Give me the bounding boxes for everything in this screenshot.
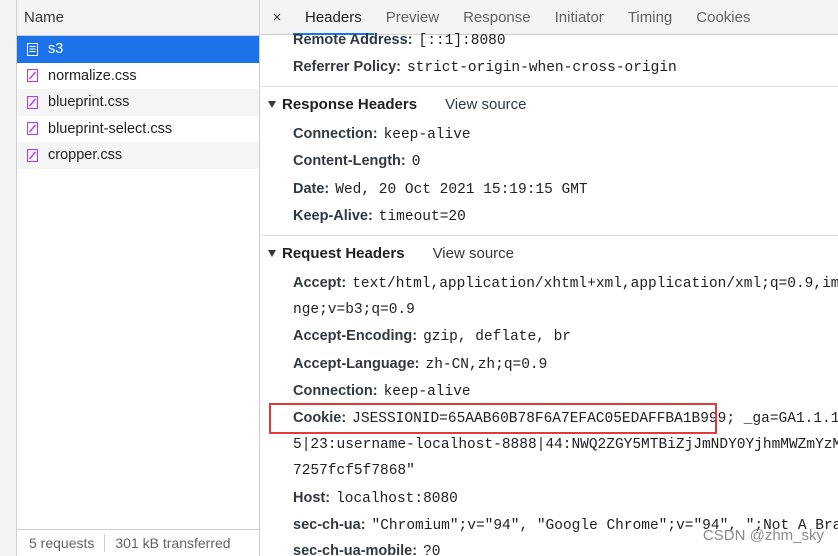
header-key: sec-ch-ua: <box>293 517 366 533</box>
header-key: Accept-Encoding: <box>293 328 418 344</box>
cookie-highlight-box <box>269 403 717 434</box>
request-item-blueprint-css[interactable]: blueprint.css <box>17 89 259 116</box>
left-gutter <box>0 0 17 556</box>
request-item-s3[interactable]: s3 <box>17 36 259 63</box>
header-value: [::1]:8080 <box>418 33 506 49</box>
request-item-label: s3 <box>48 41 64 57</box>
response-headers-section-title[interactable]: Response Headers View source <box>268 96 527 113</box>
header-value: keep-alive <box>383 384 471 400</box>
request-item-label: blueprint-select.css <box>48 120 173 137</box>
header-key: Content-Length: <box>293 153 406 169</box>
header-key: Accept-Language: <box>293 356 420 372</box>
css-file-icon <box>27 122 38 136</box>
header-key: Keep-Alive: <box>293 208 373 224</box>
transferred-size: 301 kB transferred <box>115 535 231 551</box>
view-source-link[interactable]: View source <box>445 96 526 113</box>
request-item-cropper-css[interactable]: cropper.css <box>17 142 259 169</box>
request-item-normalize-css[interactable]: normalize.css <box>17 63 259 90</box>
header-key: Connection: <box>293 126 378 142</box>
header-value: ?0 <box>423 544 441 556</box>
section-divider <box>261 235 838 236</box>
request-list: s3 normalize.css blueprint.css blueprint… <box>17 36 259 169</box>
watermark: CSDN @zhm_sky <box>702 527 824 544</box>
header-key: Host: <box>293 490 331 506</box>
close-icon[interactable]: × <box>261 9 293 26</box>
header-value: keep-alive <box>383 127 471 143</box>
header-row-connection-request: Connection: keep-alive <box>293 383 471 400</box>
section-title-text: Response Headers <box>282 96 418 113</box>
header-row-accept-language: Accept-Language: zh-CN,zh;q=0.9 <box>293 356 547 373</box>
header-key: Date: <box>293 181 330 197</box>
request-list-pane: Name s3 normalize.css blueprint.css blue… <box>17 0 260 556</box>
header-value-continuation: 7257fcf5f7868" <box>293 463 415 479</box>
header-value: text/html,application/xhtml+xml,applicat… <box>352 276 838 292</box>
devtools-network-panel: Name s3 normalize.css blueprint.css blue… <box>0 0 838 556</box>
headers-view: Remote Address: [::1]:8080 Referrer Polic… <box>261 32 838 556</box>
header-key: Referrer Policy: <box>293 59 401 75</box>
tab-cookies[interactable]: Cookies <box>684 0 762 35</box>
header-value: strict-origin-when-cross-origin <box>407 60 677 76</box>
header-value: gzip, deflate, br <box>423 329 571 345</box>
document-icon <box>27 42 38 56</box>
request-details-pane: × Headers Preview Response Initiator Tim… <box>261 0 838 556</box>
tab-timing[interactable]: Timing <box>616 0 684 35</box>
view-source-link[interactable]: View source <box>433 245 514 262</box>
header-row-connection: Connection: keep-alive <box>293 126 471 143</box>
header-value-continuation: 5|23:username-localhost-8888|44:NWQ2ZGY5… <box>293 437 838 453</box>
expand-triangle-icon <box>268 101 276 108</box>
header-value: Wed, 20 Oct 2021 15:19:15 GMT <box>335 182 588 198</box>
tab-initiator[interactable]: Initiator <box>543 0 616 35</box>
tab-headers[interactable]: Headers <box>293 0 374 35</box>
header-value: timeout=20 <box>378 209 466 225</box>
section-divider <box>261 86 838 87</box>
request-item-label: normalize.css <box>48 67 137 84</box>
request-item-label: cropper.css <box>48 147 123 163</box>
header-row-accept: Accept: text/html,application/xhtml+xml,a… <box>293 275 838 292</box>
network-status-bar: 5 requests 301 kB transferred <box>17 529 259 556</box>
header-row-accept-encoding: Accept-Encoding: gzip, deflate, br <box>293 328 571 345</box>
css-file-icon <box>27 69 38 83</box>
tab-response[interactable]: Response <box>451 0 543 35</box>
request-item-label: blueprint.css <box>48 94 130 110</box>
header-row-host: Host: localhost:8080 <box>293 490 458 507</box>
header-key: sec-ch-ua-mobile: <box>293 543 418 556</box>
header-row-keep-alive: Keep-Alive: timeout=20 <box>293 208 466 225</box>
header-key: Remote Address: <box>293 32 413 48</box>
tab-preview[interactable]: Preview <box>374 0 451 35</box>
css-file-icon <box>27 148 38 162</box>
header-row-content-length: Content-Length: 0 <box>293 153 420 170</box>
request-headers-section-title[interactable]: Request Headers View source <box>268 245 514 262</box>
details-tab-bar: × Headers Preview Response Initiator Tim… <box>261 0 838 35</box>
header-value-continuation: nge;v=b3;q=0.9 <box>293 302 415 318</box>
header-row-sec-ch-ua-mobile: sec-ch-ua-mobile: ?0 <box>293 543 441 556</box>
header-row-date: Date: Wed, 20 Oct 2021 15:19:15 GMT <box>293 181 588 198</box>
header-key: Accept: <box>293 275 347 291</box>
section-title-text: Request Headers <box>282 245 405 262</box>
header-value: zh-CN,zh;q=0.9 <box>425 357 548 373</box>
header-row-referrer-policy: Referrer Policy: strict-origin-when-cross… <box>293 59 677 76</box>
expand-triangle-icon <box>268 250 276 257</box>
request-item-blueprint-select-css[interactable]: blueprint-select.css <box>17 116 259 143</box>
css-file-icon <box>27 95 38 109</box>
header-value: 0 <box>411 154 421 170</box>
header-key: Connection: <box>293 383 378 399</box>
name-column-header[interactable]: Name <box>17 0 259 36</box>
header-row-remote-address: Remote Address: [::1]:8080 <box>293 32 506 49</box>
header-value: localhost:8080 <box>336 491 458 507</box>
request-count: 5 requests <box>29 535 95 551</box>
